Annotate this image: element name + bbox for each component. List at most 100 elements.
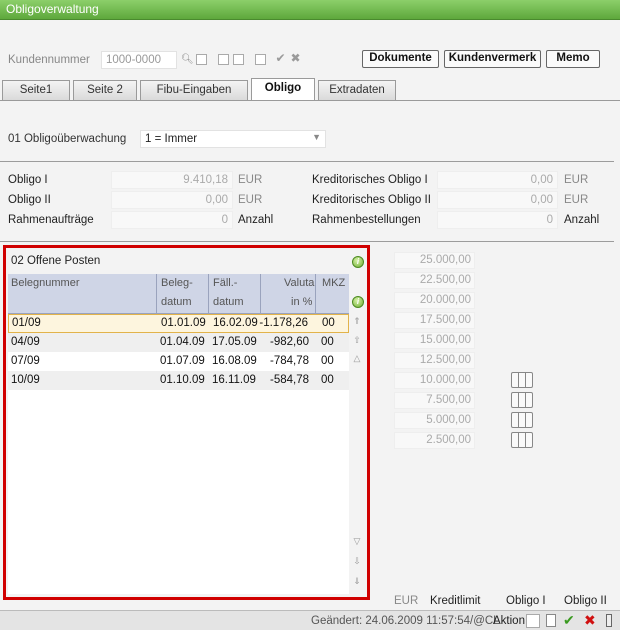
monitoring-label: 01 Obligoüberwachung (8, 133, 127, 145)
col-belegdatum-1[interactable]: Beleg- (161, 277, 193, 289)
col-faelldatum-2[interactable]: datum (213, 296, 244, 308)
action-field[interactable] (526, 614, 540, 628)
bar-placeholder (511, 432, 533, 448)
exit-door-icon[interactable] (606, 614, 612, 627)
cell-faelldatum: 17.05.09 (212, 336, 257, 348)
col-valuta-1[interactable]: Valuta (284, 277, 314, 289)
rahmenbestellungen-value: 0 (437, 211, 558, 229)
cell-faelldatum: 16.11.09 (212, 374, 256, 386)
rahmenauftraege-unit: Anzahl (238, 214, 274, 226)
info-icon[interactable]: i (352, 296, 364, 308)
page-down-icon[interactable]: ⇩ (351, 555, 363, 567)
kred-obligo2-unit: EUR (564, 194, 589, 206)
customer-number-label: Kundennummer (8, 54, 90, 66)
documents-button[interactable]: Dokumente (362, 50, 439, 68)
rahmenbestellungen-unit: Anzahl (564, 214, 600, 226)
page-up-icon[interactable]: ⇧ (351, 334, 363, 346)
open-items-body: 01/09 01.01.09 16.02.09 -1.178,26 00 04/… (8, 314, 349, 594)
tab-extradaten[interactable]: Extradaten (318, 80, 396, 100)
window-title: Obligoverwaltung (0, 0, 620, 20)
obligo2-bar-label: Obligo II (564, 595, 607, 607)
bar-placeholder (511, 392, 533, 408)
table-row[interactable]: 01/09 01.01.09 16.02.09 -1.178,26 00 (8, 314, 349, 333)
document-search-icon[interactable] (218, 54, 229, 65)
new-document-icon[interactable] (255, 54, 266, 65)
document-copy-icon[interactable] (233, 54, 244, 65)
scale-value: 17.500,00 (394, 312, 475, 329)
divider-2 (0, 241, 614, 242)
cancel-x-icon[interactable]: ✖ (584, 612, 596, 629)
cell-belegdatum: 01.01.09 (161, 317, 206, 329)
tab-seite2[interactable]: Seite 2 (73, 80, 137, 100)
kreditlimit-label: Kreditlimit (430, 595, 481, 607)
scale-value: 7.500,00 (394, 392, 475, 409)
cell-valuta: -1.178,26 (259, 317, 308, 329)
col-separator (156, 274, 157, 314)
table-row[interactable]: 04/09 01.04.09 17.05.09 -982,60 00 (8, 333, 349, 352)
obligo1-value: 9.410,18 (111, 171, 233, 189)
status-bar: Geändert: 24.06.2009 11:57:54/@CL Aktion… (0, 610, 620, 630)
rahmenauftraege-value: 0 (111, 211, 233, 229)
col-valuta-2[interactable]: in % (291, 296, 312, 308)
col-belegnummer[interactable]: Belegnummer (11, 277, 79, 289)
scale-value: 20.000,00 (394, 292, 475, 309)
kred-obligo2-label: Kreditorisches Obligo II (312, 194, 431, 206)
changed-timestamp: Geändert: 24.06.2009 11:57:54/@CL (311, 615, 500, 627)
note-icon[interactable] (546, 614, 556, 627)
col-separator (315, 274, 316, 314)
chevron-down-icon: ▼ (312, 132, 321, 142)
open-items-header: Belegnummer Beleg- datum Fäll.- datum Va… (8, 274, 349, 314)
tab-seite1[interactable]: Seite1 (2, 80, 70, 100)
customer-note-button[interactable]: Kundenvermerk (444, 50, 541, 68)
scale-value: 2.500,00 (394, 432, 475, 449)
table-row[interactable]: 07/09 01.07.09 16.08.09 -784,78 00 (8, 352, 349, 371)
customer-number-input[interactable]: 1000-0000 (101, 51, 177, 69)
scale-value: 10.000,00 (394, 372, 475, 389)
kred-obligo2-value: 0,00 (437, 191, 558, 209)
kred-obligo1-unit: EUR (564, 174, 589, 186)
table-row[interactable]: 10/09 01.10.09 16.11.09 -584,78 00 (8, 371, 349, 390)
col-belegdatum-2[interactable]: datum (161, 296, 192, 308)
col-separator (208, 274, 209, 314)
obligo1-label: Obligo I (8, 174, 48, 186)
col-faelldatum-1[interactable]: Fäll.- (213, 277, 237, 289)
tab-fibu-eingaben[interactable]: Fibu-Eingaben (140, 80, 248, 100)
scroll-bottom-icon[interactable]: ⇓ (351, 575, 363, 587)
cell-mkz: 00 (321, 374, 334, 386)
divider-1 (0, 161, 614, 162)
cancel-x-icon[interactable]: ✖ (290, 52, 301, 64)
col-separator (260, 274, 261, 314)
tab-obligo[interactable]: Obligo (251, 78, 315, 100)
obligo1-bar-label: Obligo I (506, 595, 546, 607)
info-icon[interactable]: i (352, 256, 364, 268)
rahmenbestellungen-label: Rahmenbestellungen (312, 214, 421, 226)
monitoring-select-value: 1 = Immer (145, 133, 198, 145)
open-items-panel: 02 Offene Posten i Belegnummer Beleg- da… (3, 245, 370, 600)
search-icon[interactable]: 🔍︎ (181, 54, 194, 65)
cell-belegdatum: 01.10.09 (160, 374, 205, 386)
cell-faelldatum: 16.08.09 (212, 355, 257, 367)
confirm-check-icon[interactable]: ✔ (563, 612, 575, 629)
cell-belegnummer: 01/09 (12, 317, 41, 329)
col-mkz[interactable]: MKZ (322, 277, 345, 289)
monitoring-select[interactable]: 1 = Immer ▼ (140, 130, 326, 148)
kred-obligo1-value: 0,00 (437, 171, 558, 189)
cell-valuta: -784,78 (269, 355, 309, 367)
obligo2-value: 0,00 (111, 191, 233, 209)
memo-button[interactable]: Memo (546, 50, 600, 68)
confirm-check-icon[interactable]: ✔ (275, 52, 286, 64)
cell-valuta: -584,78 (269, 374, 309, 386)
action-label: Aktion (493, 615, 525, 627)
scroll-up-icon[interactable]: △ (351, 352, 363, 364)
scale-value: 5.000,00 (394, 412, 475, 429)
document-icon[interactable] (196, 54, 207, 65)
scroll-top-icon[interactable]: ⇑ (351, 315, 363, 327)
eur-label: EUR (394, 595, 419, 607)
scroll-down-icon[interactable]: ▽ (351, 535, 363, 547)
cell-belegdatum: 01.04.09 (160, 336, 205, 348)
cell-belegnummer: 07/09 (11, 355, 40, 367)
cell-mkz: 00 (322, 317, 335, 329)
kred-obligo1-label: Kreditorisches Obligo I (312, 174, 428, 186)
cell-faelldatum: 16.02.09 (213, 317, 258, 329)
scale-value: 22.500,00 (394, 272, 475, 289)
